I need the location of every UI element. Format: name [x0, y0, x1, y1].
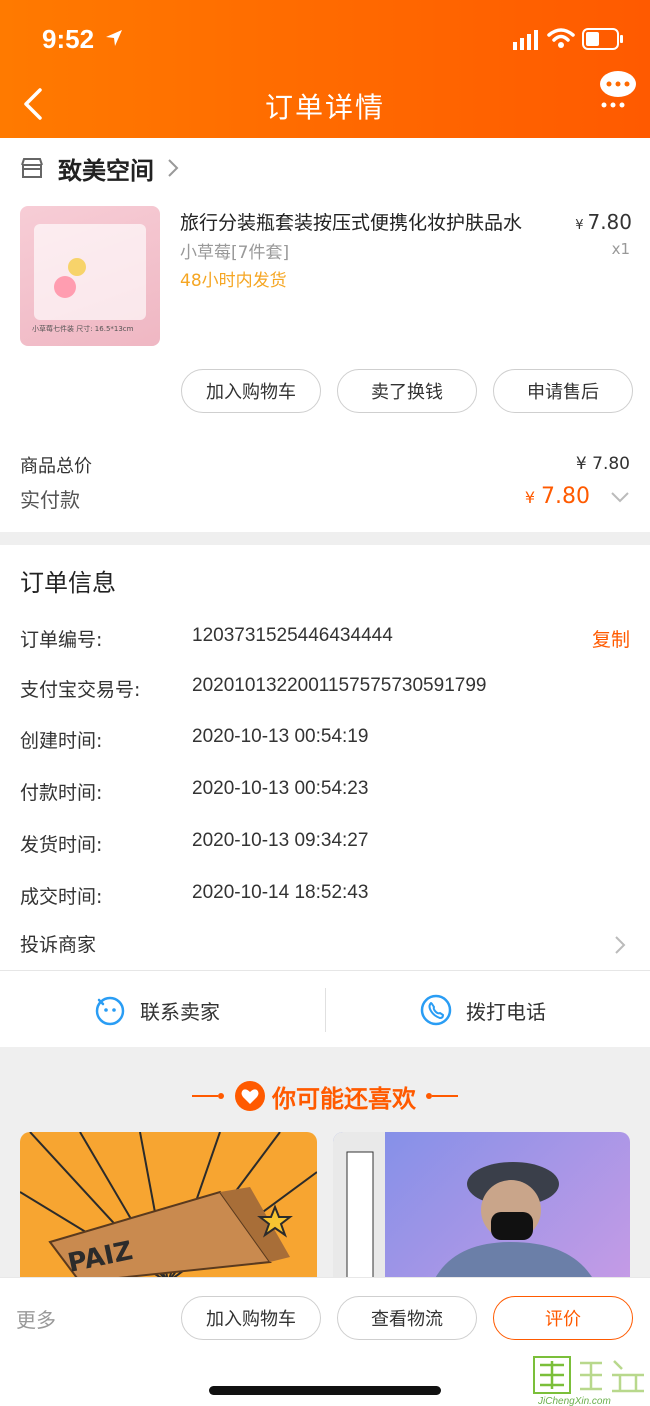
recommend-title: 你可能还喜欢 — [272, 1084, 416, 1113]
heart-icon — [235, 1081, 265, 1111]
info-row-completed: 成交时间: 2020-10-14 18:52:43 — [20, 882, 630, 912]
product-thumbnail[interactable]: 小草莓七件装 尺寸: 16.5*13cm — [20, 206, 160, 346]
paid-amount-label: 实付款 — [20, 488, 80, 512]
info-row-paid: 付款时间: 2020-10-13 00:54:23 — [20, 778, 630, 808]
info-value: 2020-10-13 09:34:27 — [192, 830, 369, 851]
order-info-card: 订单信息 订单编号: 1203731525446434444 复制 支付宝交易号… — [0, 545, 650, 1047]
contact-seller-button[interactable]: 联系卖家 — [94, 985, 220, 1035]
divider — [325, 988, 326, 1032]
price-value: 7.80 — [587, 210, 632, 234]
add-to-cart-bottom-button[interactable]: 加入购物车 — [181, 1296, 321, 1340]
product-price: ¥7.80 — [575, 210, 632, 234]
recommend-image: PAIZ — [20, 1132, 317, 1282]
info-key: 订单编号: — [20, 629, 103, 651]
info-value: 2020-10-13 00:54:23 — [192, 778, 369, 799]
recommend-header: 你可能还喜欢 — [0, 1072, 650, 1120]
battery-icon — [582, 28, 623, 50]
resell-button[interactable]: 卖了换钱 — [337, 369, 477, 413]
order-item-card: 致美空间 小草莓七件装 尺寸: 16.5*13cm 旅行分装瓶套装按压式便携化妆… — [0, 138, 650, 532]
info-key: 创建时间: — [20, 730, 103, 752]
call-phone-label: 拨打电话 — [466, 999, 546, 1024]
chevron-down-icon[interactable] — [610, 490, 630, 504]
chat-bubble-icon[interactable] — [598, 70, 638, 110]
total-price-value: ¥ 7.80 — [575, 454, 630, 474]
product-quantity: x1 — [611, 240, 630, 258]
recommend-image — [333, 1132, 595, 1282]
status-time: 9:52 — [42, 24, 95, 54]
decor-dot — [218, 1093, 224, 1099]
shop-name: 致美空间 — [58, 156, 154, 185]
complain-seller-label: 投诉商家 — [20, 934, 97, 956]
smiley-chat-icon — [95, 996, 125, 1026]
info-row-created: 创建时间: 2020-10-13 00:54:19 — [20, 726, 630, 756]
contact-seller-label: 联系卖家 — [140, 999, 220, 1024]
header: 9:52 订单详情 — [0, 0, 650, 138]
divider — [0, 970, 650, 971]
product-variant: 小草莓[7件套] — [180, 243, 290, 263]
info-value: 2020-10-14 18:52:43 — [192, 882, 369, 903]
order-info-title: 订单信息 — [20, 569, 116, 597]
info-key: 发货时间: — [20, 834, 103, 856]
view-logistics-button[interactable]: 查看物流 — [337, 1296, 477, 1340]
wifi-icon — [547, 28, 575, 48]
info-value: 2020101322001157575730591799 — [192, 675, 487, 696]
call-phone-button[interactable]: 拨打电话 — [420, 985, 546, 1035]
info-row-order-number: 订单编号: 1203731525446434444 复制 — [20, 625, 630, 655]
watermark-text: JiChengXin.com — [538, 1396, 611, 1406]
info-row-shipped: 发货时间: 2020-10-13 09:34:27 — [20, 830, 630, 860]
more-button[interactable]: 更多 — [16, 1304, 56, 1333]
info-key: 成交时间: — [20, 886, 103, 908]
shop-icon — [21, 158, 43, 178]
paid-amount-value: ¥7.80 — [525, 484, 590, 509]
signal-icon — [513, 30, 538, 50]
complain-seller-row[interactable]: 投诉商家 — [20, 930, 630, 960]
status-bar: 9:52 — [0, 0, 650, 80]
recommend-card[interactable]: PAIZ — [20, 1132, 317, 1282]
order-number: 1203731525446434444 — [192, 625, 393, 646]
phone-icon — [420, 994, 452, 1026]
page-title: 订单详情 — [264, 91, 385, 124]
shop-row[interactable]: 致美空间 — [20, 148, 180, 188]
decor-line — [192, 1095, 218, 1097]
copy-button[interactable]: 复制 — [592, 625, 630, 652]
info-key: 付款时间: — [20, 782, 103, 804]
paid-currency: ¥ — [524, 488, 536, 507]
chevron-right-icon — [615, 936, 626, 954]
shipping-note: 48小时内发货 — [180, 271, 287, 291]
recommend-card[interactable] — [333, 1132, 630, 1282]
review-button[interactable]: 评价 — [493, 1296, 633, 1340]
thumbnail-caption: 小草莓七件装 尺寸: 16.5*13cm — [32, 325, 134, 333]
add-to-cart-button[interactable]: 加入购物车 — [181, 369, 321, 413]
info-value: 2020-10-13 00:54:19 — [192, 726, 369, 747]
after-sale-button[interactable]: 申请售后 — [493, 369, 633, 413]
info-key: 支付宝交易号: — [20, 679, 141, 701]
total-price-label: 商品总价 — [20, 456, 92, 477]
product-title[interactable]: 旅行分装瓶套装按压式便携化妆护肤品水 — [180, 208, 560, 235]
info-row-alipay-number: 支付宝交易号: 2020101322001157575730591799 — [20, 675, 630, 705]
price-currency: ¥ — [575, 218, 584, 233]
paid-value: 7.80 — [541, 484, 590, 509]
decor-line — [432, 1095, 458, 1097]
nav-bar: 订单详情 — [0, 70, 650, 138]
location-arrow-icon — [106, 30, 122, 46]
chevron-right-icon — [168, 159, 179, 177]
home-indicator — [209, 1386, 441, 1395]
